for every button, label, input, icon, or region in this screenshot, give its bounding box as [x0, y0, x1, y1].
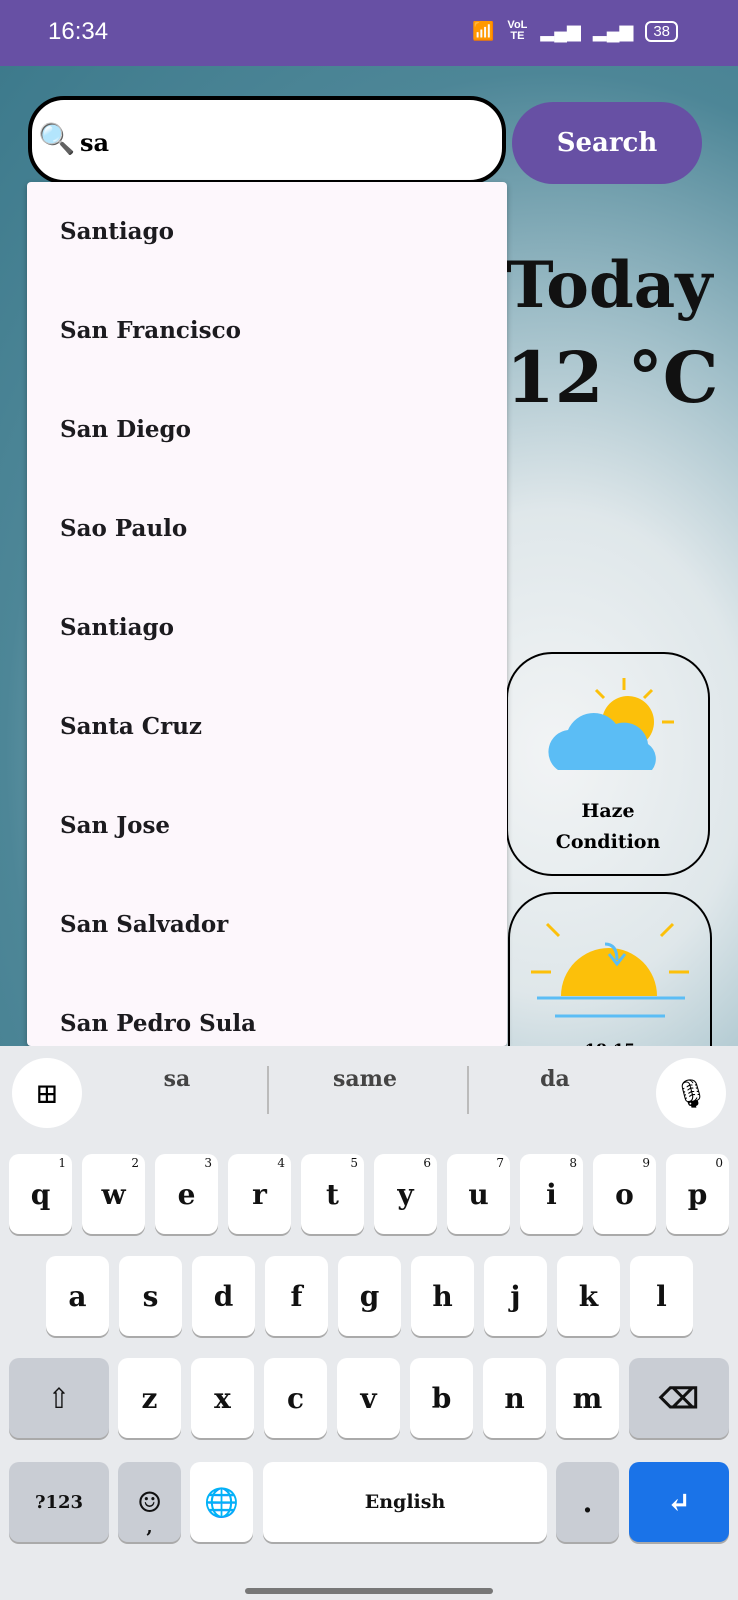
comma-hint: ,	[146, 1517, 153, 1538]
backspace-key[interactable]: ⌫	[629, 1358, 729, 1438]
key-k[interactable]: k	[557, 1256, 620, 1336]
suggestion-item[interactable]: Santiago	[27, 182, 507, 281]
microphone-button[interactable]: 🎙	[656, 1058, 726, 1128]
symbols-key[interactable]: ?123	[9, 1462, 109, 1542]
key-hint: 3	[204, 1156, 212, 1170]
key-a[interactable]: a	[46, 1256, 109, 1336]
volte-icon: VoLTE	[507, 19, 528, 42]
key-t[interactable]: t5	[301, 1154, 364, 1234]
condition-label: Haze	[581, 800, 635, 822]
key-b[interactable]: b	[410, 1358, 473, 1438]
status-bar: 16:34 📶 VoLTE ▂▄▆ ▂▄▆ 38	[0, 0, 738, 66]
keyboard: ⊞ sa same da 🎙 q1w2e3r4t5y6u7i8o9p0 asdfg…	[0, 1046, 738, 1600]
search-input[interactable]: 🔍 sa	[28, 96, 506, 184]
key-l[interactable]: l	[630, 1256, 693, 1336]
suggestion-item[interactable]: San Salvador	[27, 875, 507, 974]
partly-cloudy-icon	[548, 678, 674, 770]
today-heading: Today	[506, 248, 713, 323]
globe-key[interactable]: 🌐	[190, 1462, 253, 1542]
divider	[467, 1066, 469, 1114]
suggestion-item[interactable]: San Francisco	[27, 281, 507, 380]
clock: 16:34	[48, 18, 109, 45]
word-suggestion[interactable]: da	[460, 1066, 650, 1092]
key-d[interactable]: d	[192, 1256, 255, 1336]
key-hint: 4	[277, 1156, 285, 1170]
key-r[interactable]: r4	[228, 1154, 291, 1234]
signal-icon: ▂▄▆	[540, 20, 581, 41]
key-hint: 6	[423, 1156, 431, 1170]
apps-button[interactable]: ⊞	[12, 1058, 82, 1128]
key-o[interactable]: o9	[593, 1154, 656, 1234]
search-icon: 🔍	[38, 122, 76, 157]
key-h[interactable]: h	[411, 1256, 474, 1336]
condition-label-2: Condition	[555, 831, 661, 853]
suggestion-dropdown: Santiago San Francisco San Diego Sao Pau…	[27, 182, 507, 1046]
battery-icon: 38	[645, 20, 678, 42]
key-hint: 0	[715, 1156, 723, 1170]
key-u[interactable]: u7	[447, 1154, 510, 1234]
suggestion-item[interactable]: Santiago	[27, 578, 507, 677]
search-value: sa	[80, 128, 110, 157]
sunset-icon	[531, 922, 689, 1018]
suggestion-item[interactable]: Santa Cruz	[27, 677, 507, 776]
word-suggestion[interactable]: same	[270, 1066, 460, 1092]
key-i[interactable]: i8	[520, 1154, 583, 1234]
key-w[interactable]: w2	[82, 1154, 145, 1234]
key-z[interactable]: z	[118, 1358, 181, 1438]
wifi-icon: 📶	[471, 20, 495, 41]
key-q[interactable]: q1	[9, 1154, 72, 1234]
divider	[267, 1066, 269, 1114]
key-f[interactable]: f	[265, 1256, 328, 1336]
enter-key[interactable]: ↵	[629, 1462, 729, 1542]
home-indicator[interactable]	[245, 1588, 493, 1594]
temperature: 12 °C	[506, 336, 719, 419]
key-hint: 5	[350, 1156, 358, 1170]
key-hint: 8	[569, 1156, 577, 1170]
suggestion-item[interactable]: San Diego	[27, 380, 507, 479]
search-button[interactable]: Search	[512, 102, 702, 184]
key-n[interactable]: n	[483, 1358, 546, 1438]
period-key[interactable]: .	[556, 1462, 619, 1542]
suggestion-item[interactable]: San Jose	[27, 776, 507, 875]
word-suggestion[interactable]: sa	[82, 1066, 272, 1092]
key-p[interactable]: p0	[666, 1154, 729, 1234]
key-e[interactable]: e3	[155, 1154, 218, 1234]
suggestion-item[interactable]: San Pedro Sula	[27, 974, 507, 1046]
key-hint: 2	[131, 1156, 139, 1170]
condition-card: Haze Condition	[506, 652, 710, 876]
key-hint: 9	[642, 1156, 650, 1170]
signal-icon-2: ▂▄▆	[592, 20, 634, 41]
key-m[interactable]: m	[556, 1358, 619, 1438]
key-v[interactable]: v	[337, 1358, 400, 1438]
key-s[interactable]: s	[119, 1256, 182, 1336]
key-hint: 7	[496, 1156, 504, 1170]
emoji-key[interactable]: ☺,	[118, 1462, 181, 1542]
key-x[interactable]: x	[191, 1358, 254, 1438]
shift-key[interactable]: ⇧	[9, 1358, 109, 1438]
key-j[interactable]: j	[484, 1256, 547, 1336]
key-hint: 1	[58, 1156, 66, 1170]
key-g[interactable]: g	[338, 1256, 401, 1336]
space-key[interactable]: English	[263, 1462, 547, 1542]
suggestion-item[interactable]: Sao Paulo	[27, 479, 507, 578]
key-c[interactable]: c	[264, 1358, 327, 1438]
key-y[interactable]: y6	[374, 1154, 437, 1234]
